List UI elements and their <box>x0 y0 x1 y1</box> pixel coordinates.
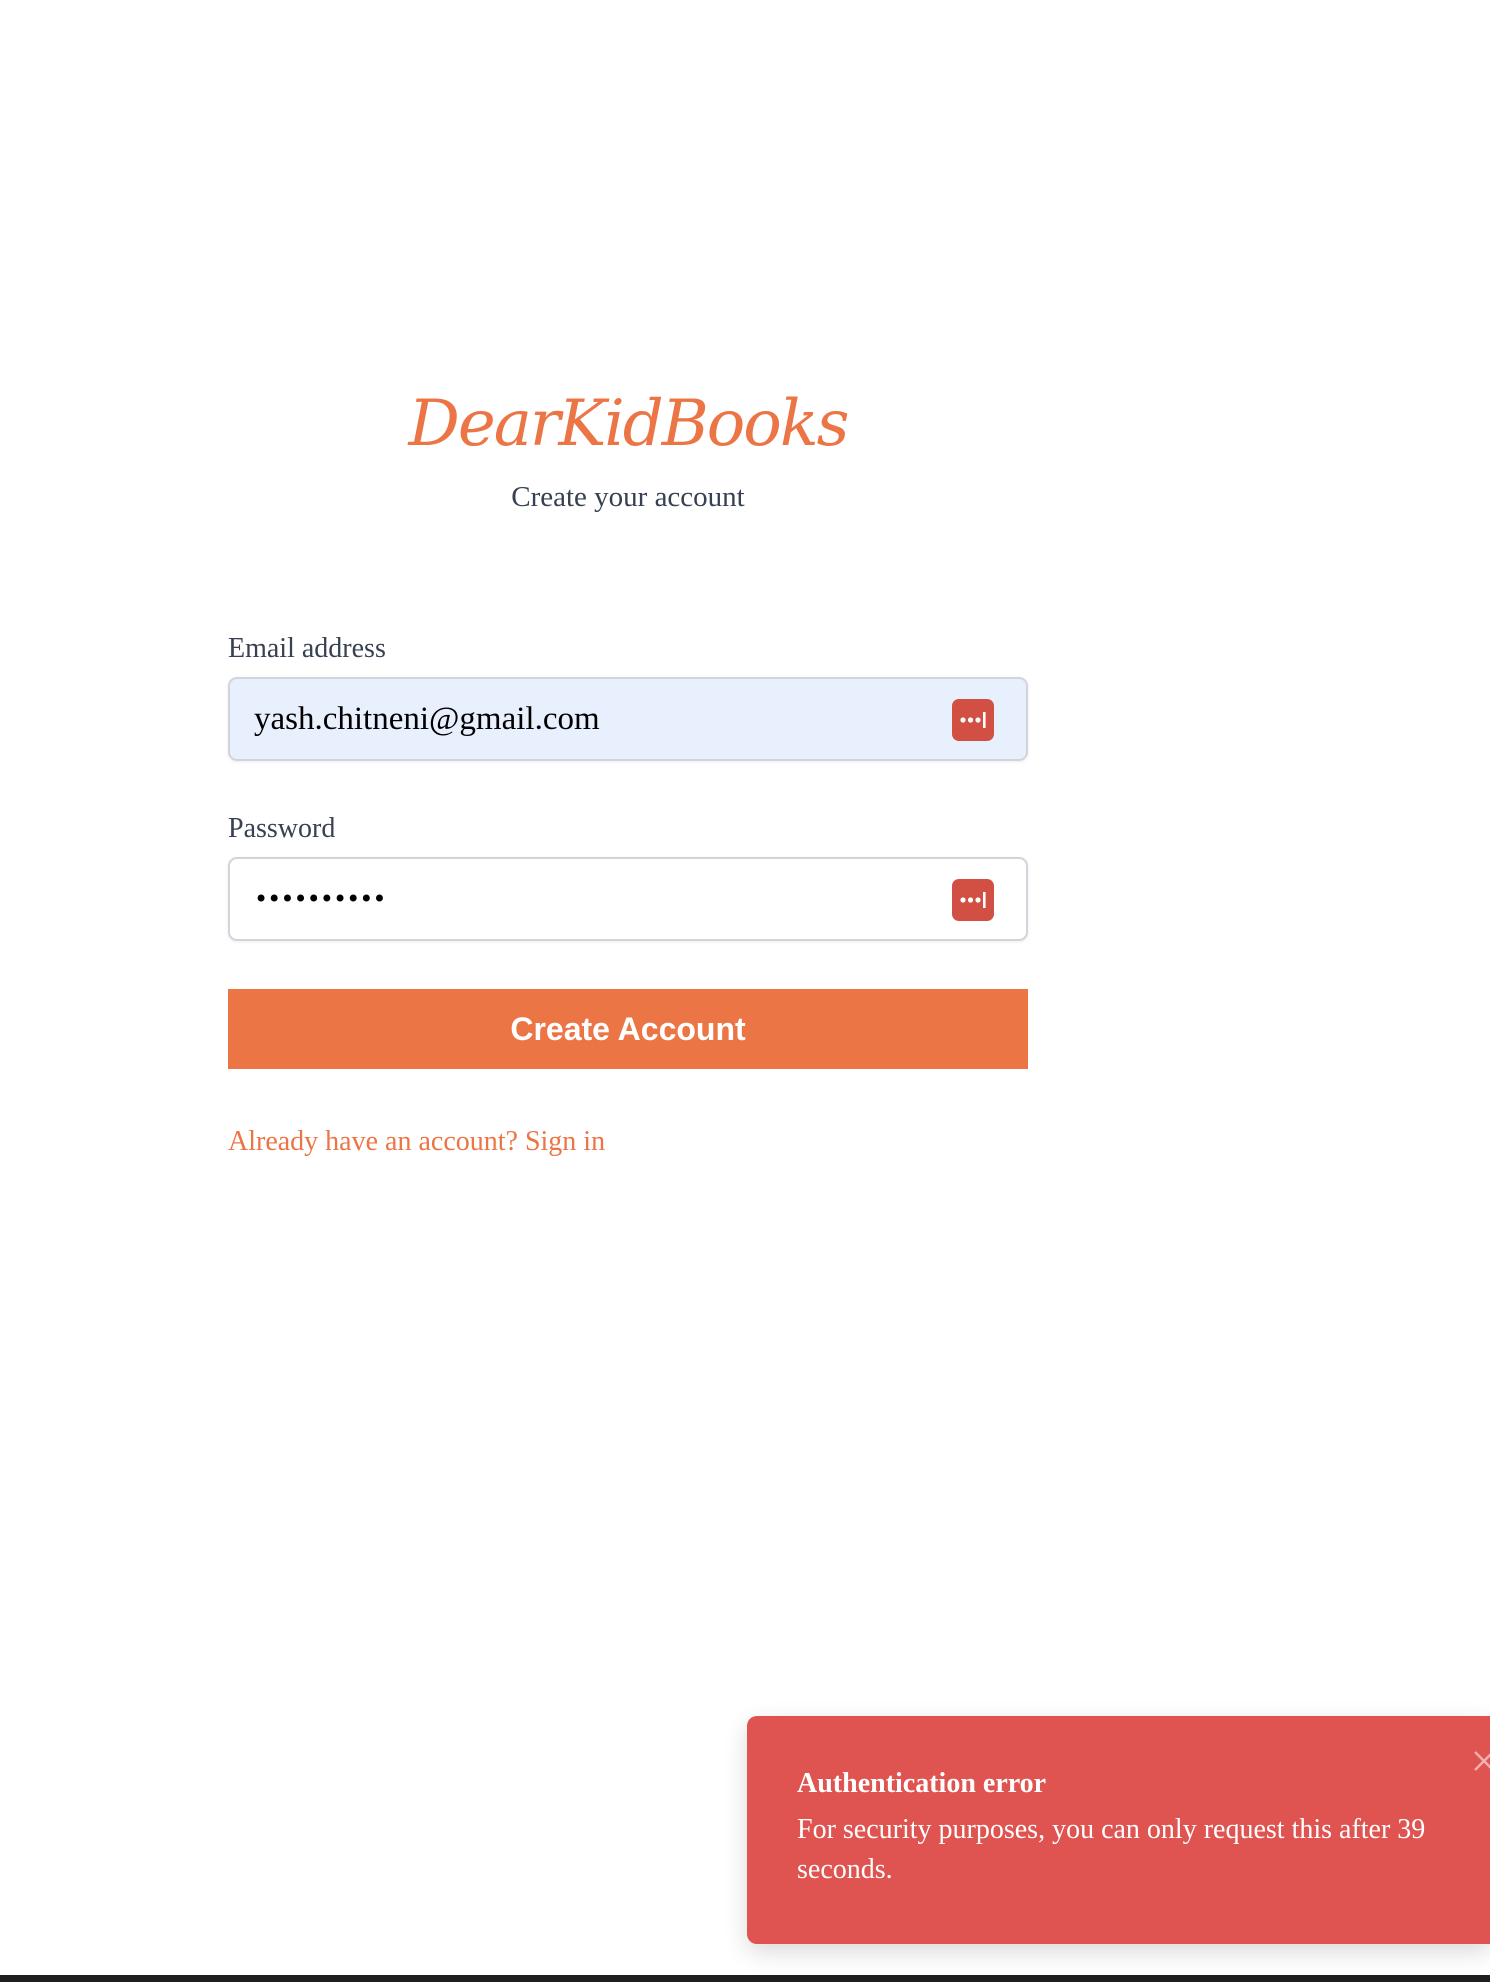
error-toast: Authentication error For security purpos… <box>747 1716 1490 1944</box>
email-field[interactable]: yash.chitneni@gmail.com <box>228 677 1028 761</box>
password-manager-icon[interactable] <box>952 879 994 921</box>
close-icon[interactable] <box>1469 1746 1490 1776</box>
create-account-button[interactable]: Create Account <box>228 989 1028 1069</box>
password-field[interactable]: •••••••••• <box>228 857 1028 941</box>
email-label: Email address <box>228 633 386 664</box>
password-label: Password <box>228 813 336 844</box>
page-subtitle: Create your account <box>511 481 745 513</box>
toast-message: For security purposes, you can only requ… <box>797 1814 1426 1885</box>
bottom-edge-bar <box>0 1975 1490 1982</box>
password-value[interactable]: •••••••••• <box>254 859 387 939</box>
password-manager-icon[interactable] <box>952 699 994 741</box>
sign-in-link[interactable]: Already have an account? Sign in <box>228 1122 605 1162</box>
brand-logo: DearKidBooks <box>408 387 850 461</box>
toast-title: Authentication error <box>797 1768 1047 1799</box>
email-value[interactable]: yash.chitneni@gmail.com <box>254 679 600 759</box>
